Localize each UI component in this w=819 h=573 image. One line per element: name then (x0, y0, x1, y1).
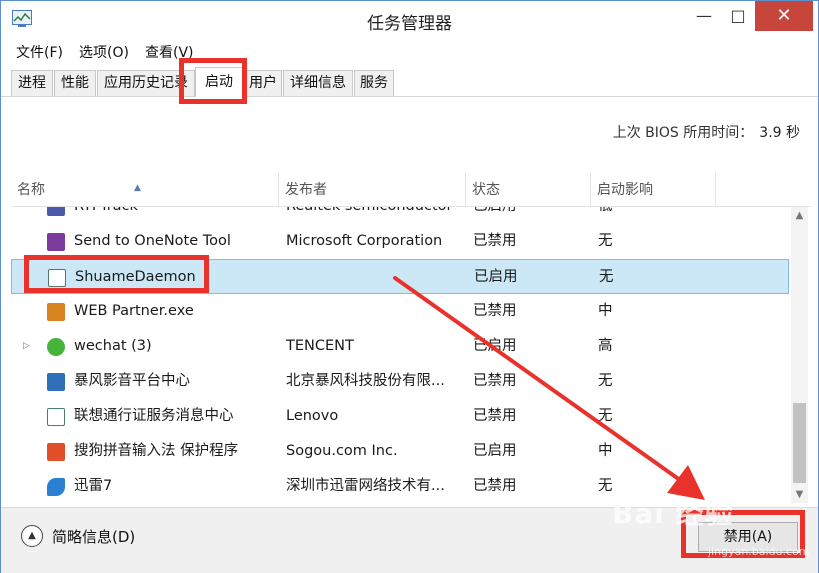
tab-details[interactable]: 详细信息 (283, 70, 353, 96)
highlight-selected-row (24, 255, 209, 293)
web-partner-icon (47, 303, 65, 321)
startup-panel: 上次 BIOS 所用时间： 3.9 秒 ▲ 名称 发布者 状态 启动影响 RTFT… (1, 97, 818, 507)
fewer-details-link[interactable]: 简略信息(D) (52, 526, 135, 547)
tab-performance[interactable]: 性能 (54, 70, 96, 96)
tab-processes[interactable]: 进程 (11, 70, 53, 96)
maximize-button[interactable]: □ (721, 1, 755, 31)
column-status[interactable]: 状态 (466, 173, 591, 207)
sort-ascending-icon: ▲ (134, 183, 141, 193)
close-button[interactable]: ✕ (755, 1, 813, 31)
table-row[interactable]: ▷ wechat (3) TENCENT 已启用 高 (11, 329, 789, 364)
tab-users[interactable]: 用户 (244, 70, 282, 96)
table-row[interactable]: 搜狗拼音输入法 保护程序 Sogou.com Inc. 已启用 中 (11, 434, 789, 469)
startup-list: RTFTrack Realtek semiconductor 已启用 低 Sen… (11, 207, 789, 503)
xunlei-icon (47, 478, 65, 496)
bios-time: 上次 BIOS 所用时间： 3.9 秒 (613, 122, 800, 142)
menu-bar: 文件(F) 选项(O) 查看(V) (1, 39, 818, 63)
tab-bar: 进程 性能 应用历史记录 启动 用户 详细信息 服务 (1, 63, 818, 97)
table-row[interactable]: 联想通行证服务消息中心 Lenovo 已禁用 无 (11, 399, 789, 434)
lenovo-icon (47, 408, 65, 426)
baidu-watermark-url: jingyan.baidu.com (708, 545, 810, 558)
baidu-watermark: Bai 经验 (612, 497, 734, 530)
bios-time-label: 上次 BIOS 所用时间： (612, 125, 754, 141)
realtek-icon (47, 207, 65, 216)
tab-services[interactable]: 服务 (354, 70, 394, 96)
expand-icon[interactable]: ▷ (23, 341, 30, 351)
vertical-scrollbar[interactable]: ▲ ▼ (791, 207, 808, 503)
wechat-icon (47, 338, 65, 356)
menu-options[interactable]: 选项(O) (79, 42, 129, 62)
column-publisher[interactable]: 发布者 (279, 173, 466, 207)
onenote-icon (47, 233, 65, 251)
minimize-button[interactable]: — (687, 1, 721, 31)
column-impact[interactable]: 启动影响 (591, 173, 716, 207)
baofeng-icon (47, 373, 65, 391)
title-bar: 任务管理器 — □ ✕ (1, 1, 818, 39)
scroll-thumb[interactable] (793, 403, 806, 483)
scroll-down-icon[interactable]: ▼ (791, 486, 808, 503)
scroll-up-icon[interactable]: ▲ (791, 207, 808, 224)
table-row[interactable]: WEB Partner.exe 已禁用 中 (11, 294, 789, 329)
menu-file[interactable]: 文件(F) (16, 42, 63, 62)
sogou-icon (47, 443, 65, 461)
table-row[interactable]: Send to OneNote Tool Microsoft Corporati… (11, 224, 789, 259)
column-header: ▲ 名称 发布者 状态 启动影响 (11, 173, 811, 207)
column-name[interactable]: ▲ 名称 (11, 173, 279, 207)
bios-time-value: 3.9 秒 (759, 125, 800, 141)
highlight-startup-tab (179, 58, 247, 104)
chevron-up-icon[interactable]: ▲ (21, 525, 43, 547)
table-row[interactable]: RTFTrack Realtek semiconductor 已启用 低 (11, 207, 789, 224)
table-row[interactable]: 暴风影音平台中心 北京暴风科技股份有限... 已禁用 无 (11, 364, 789, 399)
